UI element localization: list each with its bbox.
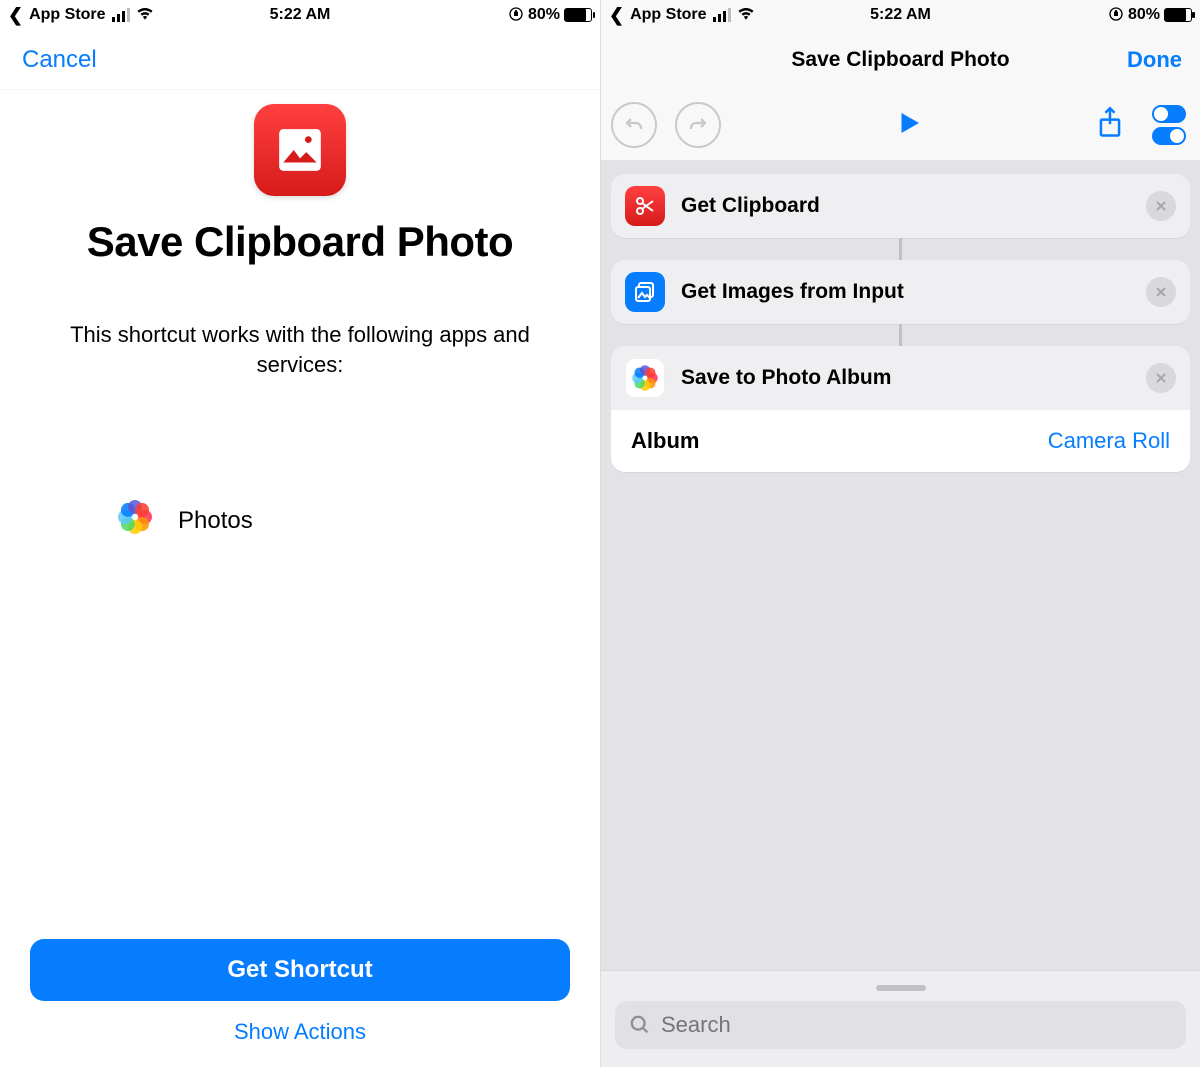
shortcut-title: Save Clipboard Photo [87, 218, 513, 266]
search-panel [601, 970, 1200, 1067]
scissors-icon [625, 186, 665, 226]
action-label: Get Clipboard [681, 194, 1146, 218]
redo-button[interactable] [675, 102, 721, 148]
screen-edit-shortcut: ❮ App Store 5:22 AM 80% Save Clipboard P… [600, 0, 1200, 1067]
wifi-icon [136, 6, 154, 25]
photos-app-icon [625, 358, 665, 398]
screen-install-shortcut: ❮ App Store 5:22 AM 80% Cancel Save Clip… [0, 0, 600, 1067]
battery-icon [564, 8, 592, 22]
status-bar: ❮ App Store 5:22 AM 80% [0, 0, 600, 30]
remove-action-button[interactable] [1146, 363, 1176, 393]
action-label: Get Images from Input [681, 280, 1146, 304]
get-shortcut-button[interactable]: Get Shortcut [30, 939, 570, 1001]
photos-app-icon [118, 500, 160, 542]
search-box[interactable] [615, 1001, 1186, 1049]
share-button[interactable] [1096, 106, 1124, 145]
status-time: 5:22 AM [803, 6, 997, 24]
status-bar: ❮ App Store 5:22 AM 80% [601, 0, 1200, 30]
signal-icon [112, 8, 130, 22]
battery-percent: 80% [1128, 6, 1160, 24]
shortcut-description: This shortcut works with the following a… [70, 320, 530, 379]
back-chevron-icon[interactable]: ❮ [8, 5, 23, 26]
action-connector [899, 324, 902, 346]
play-button[interactable] [894, 108, 924, 143]
battery-percent: 80% [528, 6, 560, 24]
images-icon [625, 272, 665, 312]
orientation-lock-icon [508, 6, 524, 25]
drag-handle[interactable] [876, 985, 926, 991]
actions-list: Get Clipboard Get Images from Input [601, 160, 1200, 970]
status-back-label[interactable]: App Store [630, 6, 706, 24]
search-input[interactable] [661, 1012, 1172, 1038]
search-icon [629, 1014, 651, 1036]
shortcut-app-icon [254, 104, 346, 196]
cancel-button[interactable]: Cancel [22, 46, 97, 74]
signal-icon [713, 8, 731, 22]
wifi-icon [737, 6, 755, 25]
nav-bar: Cancel [0, 30, 600, 90]
album-field-value[interactable]: Camera Roll [1048, 428, 1170, 454]
action-connector [899, 238, 902, 260]
orientation-lock-icon [1108, 6, 1124, 25]
action-save-album[interactable]: Save to Photo Album Album Camera Roll [611, 346, 1190, 472]
nav-bar: Save Clipboard Photo Done [601, 30, 1200, 90]
status-back-label[interactable]: App Store [29, 6, 105, 24]
settings-button[interactable] [1152, 105, 1186, 145]
undo-button[interactable] [611, 102, 657, 148]
editor-toolbar [601, 90, 1200, 160]
remove-action-button[interactable] [1146, 191, 1176, 221]
album-field-label: Album [631, 428, 699, 454]
action-get-images[interactable]: Get Images from Input [611, 260, 1190, 324]
show-actions-button[interactable]: Show Actions [30, 1019, 570, 1045]
service-label: Photos [178, 507, 253, 535]
action-label: Save to Photo Album [681, 366, 1146, 390]
album-selector-row[interactable]: Album Camera Roll [611, 410, 1190, 472]
done-button[interactable]: Done [1102, 47, 1182, 73]
back-chevron-icon[interactable]: ❮ [609, 5, 624, 26]
status-time: 5:22 AM [203, 6, 398, 24]
action-get-clipboard[interactable]: Get Clipboard [611, 174, 1190, 238]
page-title: Save Clipboard Photo [699, 48, 1102, 72]
service-row: Photos [30, 500, 253, 542]
remove-action-button[interactable] [1146, 277, 1176, 307]
battery-icon [1164, 8, 1192, 22]
